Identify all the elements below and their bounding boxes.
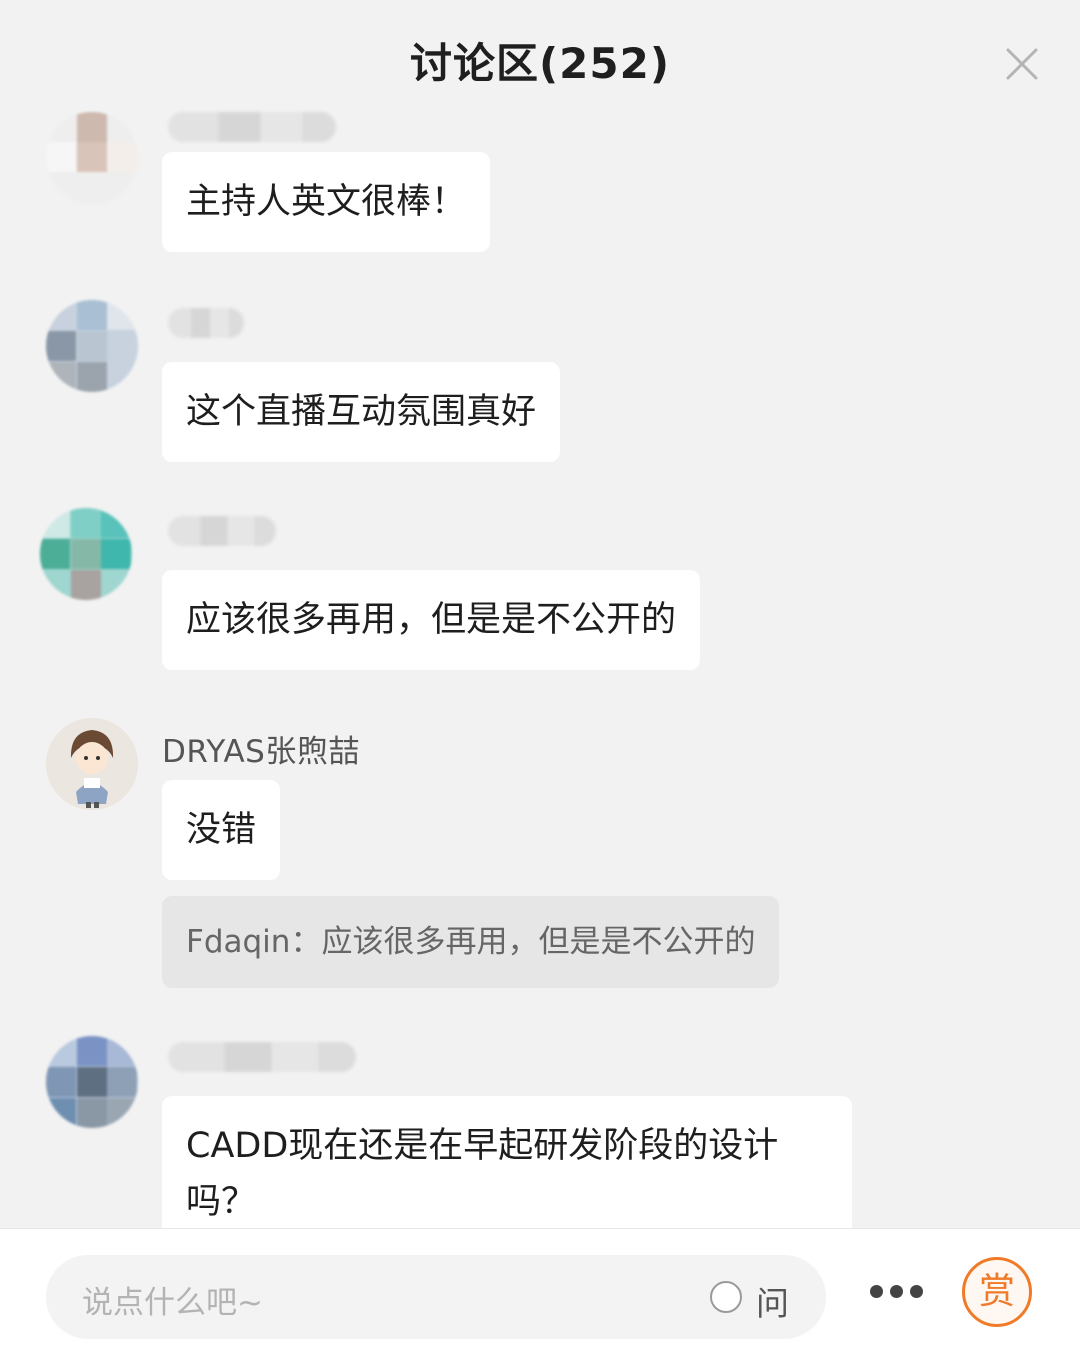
username-redacted xyxy=(168,516,276,546)
avatar[interactable] xyxy=(46,1036,138,1128)
quoted-reply: Fdaqin：应该很多再用，但是是不公开的 xyxy=(162,896,780,988)
message-bubble: 这个直播互动氛围真好 xyxy=(162,362,561,462)
close-icon[interactable] xyxy=(1000,42,1044,86)
page-title: 讨论区(252) xyxy=(409,39,671,88)
reward-icon[interactable]: 赏 xyxy=(962,1257,1032,1327)
input-placeholder: 说点什么吧~ xyxy=(82,1285,263,1321)
more-icon[interactable] xyxy=(862,1279,932,1309)
username-redacted xyxy=(168,1042,356,1072)
avatar[interactable] xyxy=(46,112,138,204)
username-redacted xyxy=(168,112,336,142)
username-redacted xyxy=(168,308,244,338)
ask-label: 问 xyxy=(756,1284,789,1323)
message-bubble: 没错 xyxy=(162,780,281,880)
radio-icon[interactable] xyxy=(710,1281,742,1313)
bottom-bar: 说点什么吧~ 问 赏 xyxy=(0,1228,1080,1351)
message-feed[interactable]: 主持人英文很棒！ 这个直播互动氛围真好 应该很多再用，但是是不公开的 DRYAS… xyxy=(0,100,1080,1228)
avatar-illustration xyxy=(46,718,138,810)
username: DRYAS张煦喆 xyxy=(162,734,360,770)
avatar[interactable] xyxy=(46,300,138,392)
avatar[interactable] xyxy=(40,508,132,600)
message-bubble: 应该很多再用，但是是不公开的 xyxy=(162,570,701,670)
comment-input[interactable]: 说点什么吧~ 问 xyxy=(46,1255,826,1339)
message-bubble: 主持人英文很棒！ xyxy=(162,152,491,252)
avatar[interactable] xyxy=(46,718,138,810)
message-bubble: CADD现在还是在早起研发阶段的设计吗？ xyxy=(162,1096,852,1228)
